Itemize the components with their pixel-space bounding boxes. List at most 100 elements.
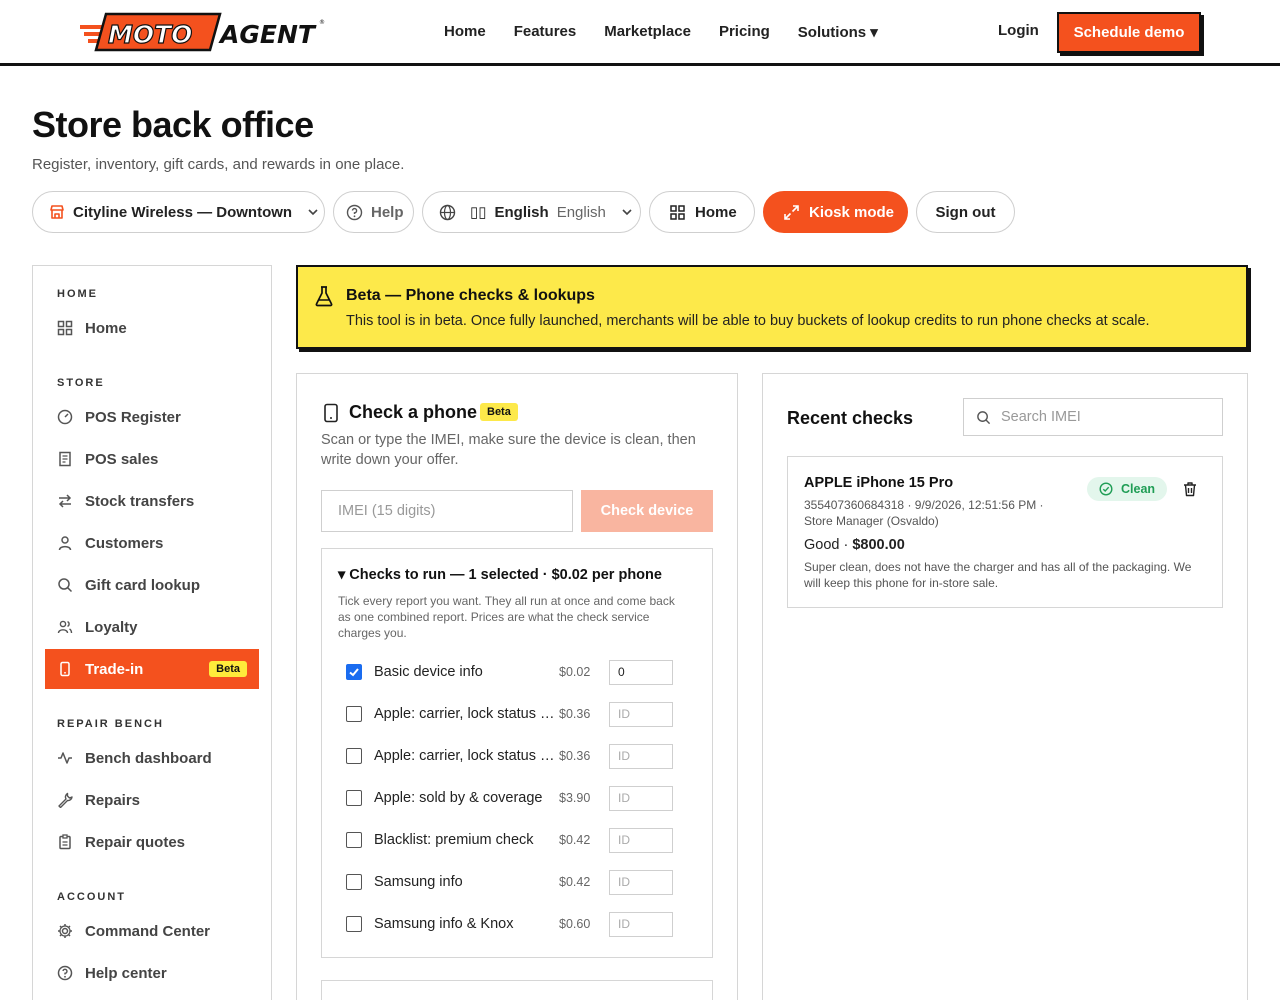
check-row: Apple: carrier, lock status & more $0.36…: [346, 743, 686, 769]
sign-out-button[interactable]: Sign out: [916, 191, 1015, 233]
imei-search-input[interactable]: Search IMEI: [963, 398, 1223, 436]
phone-icon: [324, 403, 338, 423]
sidebar-item-command-center[interactable]: Command Center: [45, 911, 259, 951]
check-row: Samsung info & Knox $0.60 ID: [346, 911, 686, 937]
grid-icon: [57, 320, 73, 336]
sidebar-item-repair-quotes[interactable]: Repair quotes: [45, 822, 259, 862]
sidebar-item-repairs[interactable]: Repairs: [45, 780, 259, 820]
recent-checks-title: Recent checks: [787, 408, 914, 428]
sidebar-section-repair-bench: REPAIR BENCH: [57, 718, 164, 730]
check-id-field[interactable]: 0: [609, 659, 673, 685]
check-price: $3.90: [559, 791, 591, 805]
nav-features[interactable]: Features: [514, 23, 577, 40]
check-circle-icon: [1099, 482, 1113, 496]
store-selector[interactable]: Cityline Wireless — Downtown: [32, 191, 325, 233]
status-badge: Clean: [1087, 477, 1167, 501]
check-name: Blacklist: premium check: [374, 832, 534, 848]
sidebar-item-label: POS sales: [85, 450, 159, 468]
nav-solutions-dropdown[interactable]: Solutions ▾: [798, 23, 878, 41]
nav-pricing[interactable]: Pricing: [719, 23, 770, 40]
sidebar-item-gift-card-lookup[interactable]: Gift card lookup: [45, 565, 259, 605]
sidebar-item-help-center[interactable]: Help center: [45, 953, 259, 993]
check-device-button[interactable]: Check device: [581, 490, 713, 532]
sidebar-item-label: Bench dashboard: [85, 749, 212, 767]
sidebar-item-stock-transfers[interactable]: Stock transfers: [45, 481, 259, 521]
sidebar-item-pos-register[interactable]: POS Register: [45, 397, 259, 437]
check-id-field[interactable]: ID: [609, 701, 673, 727]
help-icon: [57, 965, 73, 981]
help-button[interactable]: Help: [333, 191, 414, 233]
check-row: Basic device info $0.02 0: [346, 659, 686, 685]
banner-text: This tool is in beta. Once fully launche…: [346, 313, 1150, 329]
recent-check-card[interactable]: APPLE iPhone 15 Pro 355407360684318 · 9/…: [787, 456, 1223, 608]
motoagent-logo[interactable]: MOTO AGENT ®: [80, 12, 326, 52]
sidebar-item-home[interactable]: Home: [45, 308, 259, 348]
login-link[interactable]: Login: [998, 22, 1039, 39]
check-id-field[interactable]: ID: [609, 869, 673, 895]
top-navbar: MOTO AGENT ® Home Features Marketplace P…: [0, 0, 1280, 66]
sidebar-item-label: Home: [85, 319, 127, 337]
sidebar-item-trade-in[interactable]: Trade-in Beta: [45, 649, 259, 689]
home-button[interactable]: Home: [649, 191, 755, 233]
phone-icon: [60, 661, 70, 677]
offer-section: [321, 980, 713, 1000]
check-checkbox[interactable]: [346, 916, 362, 932]
register-icon: [57, 409, 73, 425]
checks-summary-toggle[interactable]: ▾ Checks to run — 1 selected · $0.02 per…: [338, 567, 662, 583]
checks-to-run-panel: ▾ Checks to run — 1 selected · $0.02 per…: [321, 548, 713, 958]
sidebar-section-store: STORE: [57, 377, 105, 389]
sidebar-item-pos-sales[interactable]: POS sales: [45, 439, 259, 479]
expand-icon: [784, 204, 799, 220]
check-checkbox[interactable]: [346, 832, 362, 848]
search-icon: [977, 410, 991, 424]
sidebar: HOME Home STORE POS Register POS sales S…: [32, 265, 272, 1000]
beta-badge: Beta: [480, 403, 518, 421]
globe-icon: [439, 204, 456, 220]
svg-text:®: ®: [319, 19, 325, 26]
chevron-down-icon: [308, 209, 318, 216]
check-phone-panel: Check a phone Beta Scan or type the IMEI…: [296, 373, 738, 1000]
user-icon: [58, 536, 72, 551]
check-checkbox[interactable]: [346, 790, 362, 806]
check-price: $0.36: [559, 707, 591, 721]
search-placeholder: Search IMEI: [1001, 409, 1081, 425]
check-row: Apple: carrier, lock status & more $0.36…: [346, 701, 686, 727]
check-id-field[interactable]: ID: [609, 911, 673, 937]
check-name: Apple: carrier, lock status & more: [374, 748, 559, 764]
nav-marketplace[interactable]: Marketplace: [604, 23, 691, 40]
check-id-field[interactable]: ID: [609, 743, 673, 769]
sidebar-item-label: POS Register: [85, 408, 181, 426]
home-label: Home: [695, 203, 737, 221]
schedule-demo-button[interactable]: Schedule demo: [1057, 12, 1201, 53]
chevron-down-icon: [622, 209, 632, 216]
sidebar-item-label: Trade-in: [85, 660, 144, 678]
language-native-name: English: [556, 203, 606, 221]
checks-description: Tick every report you want. They all run…: [338, 594, 675, 640]
check-checkbox[interactable]: [346, 664, 362, 680]
check-checkbox[interactable]: [346, 874, 362, 890]
help-label: Help: [371, 203, 404, 221]
nav-home[interactable]: Home: [444, 23, 486, 40]
kiosk-mode-button[interactable]: Kiosk mode: [763, 191, 908, 233]
sidebar-item-loyalty[interactable]: Loyalty: [45, 607, 259, 647]
svg-text:AGENT: AGENT: [218, 20, 317, 49]
check-checkbox[interactable]: [346, 748, 362, 764]
language-name: English: [494, 203, 549, 221]
sidebar-item-customers[interactable]: Customers: [45, 523, 259, 563]
flag-icon: ▯▯: [470, 204, 487, 221]
trash-icon[interactable]: [1182, 481, 1198, 497]
sidebar-section-home: HOME: [57, 288, 98, 300]
device-model: APPLE iPhone 15 Pro: [804, 475, 954, 491]
condition-grade: Good ·: [804, 537, 853, 553]
grid-icon: [670, 204, 685, 220]
imei-input[interactable]: [321, 490, 573, 532]
sidebar-item-bench-dashboard[interactable]: Bench dashboard: [45, 738, 259, 778]
check-price: $0.42: [559, 875, 591, 889]
check-checkbox[interactable]: [346, 706, 362, 722]
check-id-field[interactable]: ID: [609, 827, 673, 853]
svg-text:MOTO: MOTO: [108, 20, 192, 49]
language-selector[interactable]: ▯▯ English English: [422, 191, 641, 233]
check-id-field[interactable]: ID: [609, 785, 673, 811]
help-circle-icon: [346, 204, 363, 220]
check-name: Samsung info & Knox: [374, 916, 514, 932]
